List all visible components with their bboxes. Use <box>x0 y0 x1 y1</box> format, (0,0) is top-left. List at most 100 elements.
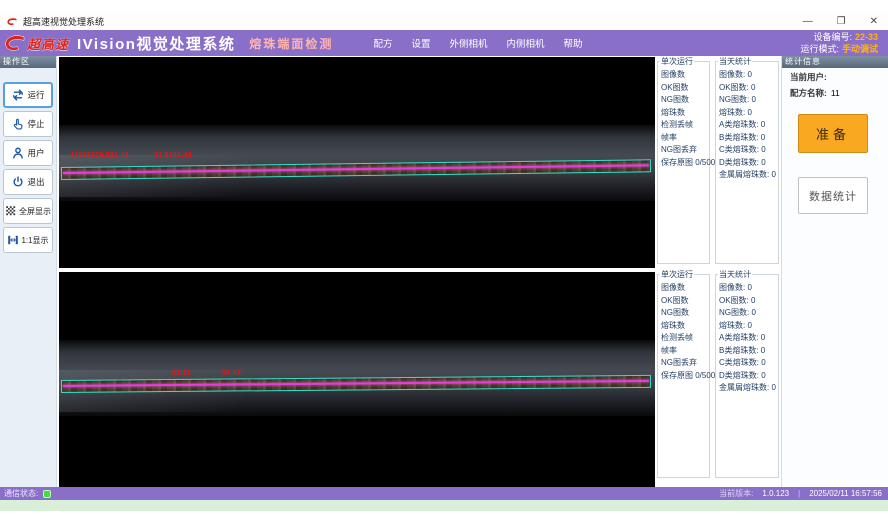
recipe-line: 配方名称: 11 <box>782 84 888 100</box>
app-title: IVision视觉处理系统 <box>77 33 235 54</box>
single-run-title: 单次运行 <box>660 57 694 66</box>
run-mode-value: 手动调试 <box>842 44 878 54</box>
recipe-name-value: 11 <box>831 88 840 98</box>
one-to-one-button[interactable]: 1:1显示 <box>3 227 53 253</box>
menu-item-recipe[interactable]: 配方 <box>373 36 392 50</box>
maximize-icon[interactable]: ❐ <box>837 17 846 27</box>
stat-row: OK图数: 0 <box>719 295 778 308</box>
stat-row: 图像数 <box>661 69 709 82</box>
close-icon[interactable]: ✕ <box>870 17 878 27</box>
menu-item-settings[interactable]: 设置 <box>411 36 430 50</box>
stat-row: 保存原图 0/500 <box>661 157 709 170</box>
stat-row: A类熔珠数: 0 <box>719 119 778 132</box>
prepare-button[interactable]: 准备 <box>798 114 868 153</box>
recipe-name-label: 配方名称: <box>790 88 827 98</box>
stat-row: NG图丢弃 <box>661 357 709 370</box>
power-icon <box>11 175 25 189</box>
operation-sidebar: 操作区 运行 停止 用户 <box>0 56 57 487</box>
exit-button-label: 退出 <box>27 176 44 188</box>
version-label: 当前版本: <box>719 488 753 499</box>
status-separator: | <box>798 489 800 498</box>
stat-row: 帧率 <box>661 345 709 358</box>
stat-row: 帧率 <box>661 132 709 145</box>
stat-row: 保存原图 0/500 <box>661 370 709 383</box>
app-subtitle: 熔珠端面检测 <box>249 35 333 52</box>
comm-status-ok-indicator <box>43 490 51 498</box>
stats-panel-top: 单次运行 图像数OK图数NG图数熔珠数检测丢帧帧率NG图丢弃保存原图 0/500… <box>657 61 779 264</box>
stat-row: D类熔珠数: 0 <box>719 157 778 170</box>
window-title: 超高速视觉处理系统 <box>23 15 104 28</box>
daily-stats-rows: 图像数: 0OK图数: 0NG图数: 0熔珠数: 0A类熔珠数: 0B类熔珠数:… <box>719 69 778 182</box>
stat-row: D类熔珠数: 0 <box>719 370 778 383</box>
stat-row: C类熔珠数: 0 <box>719 144 778 157</box>
bottom-edge-strip <box>0 500 888 511</box>
run-cycle-icon <box>11 88 25 102</box>
window-controls: — ❐ ✕ <box>803 17 878 27</box>
stat-row: 金属屑熔珠数: 0 <box>719 382 778 395</box>
app-window: 超高速视觉处理系统 — ❐ ✕ 超高速 IVision视觉处理系统 熔珠端面检测… <box>0 0 888 522</box>
info-panel-title: 统计信息 <box>782 56 888 68</box>
exit-button[interactable]: 退出 <box>3 169 53 195</box>
device-info: 设备编号:22-33 运行模式:手动调试 <box>800 31 878 55</box>
single-run-rows: 图像数OK图数NG图数熔珠数检测丢帧帧率NG图丢弃保存原图 0/500 <box>661 69 709 169</box>
fullscreen-icon <box>5 205 17 217</box>
daily-stats-rows: 图像数: 0OK图数: 0NG图数: 0熔珠数: 0A类熔珠数: 0B类熔珠数:… <box>719 282 778 395</box>
camera-top-measurement-label: 44988579.581.49 <box>70 152 129 159</box>
stat-row: NG图数 <box>661 307 709 320</box>
device-number-value: 22-33 <box>855 32 878 42</box>
one-to-one-button-label: 1:1显示 <box>21 235 48 246</box>
info-panel-body: 当前用户: 配方名称: 11 准备 数据统计 <box>782 68 888 487</box>
stop-button-label: 停止 <box>27 118 44 130</box>
window-titlebar: 超高速视觉处理系统 — ❐ ✕ <box>0 13 888 30</box>
status-bar-right: 当前版本: 1.0.123 | 2025/02/11 16:57:56 <box>719 488 882 499</box>
one-to-one-icon <box>7 234 19 246</box>
current-user-line: 当前用户: <box>782 68 888 84</box>
camera-view-top[interactable]: 44988579.581.49 31.5341.49 <box>59 57 655 268</box>
stat-row: NG图丢弃 <box>661 144 709 157</box>
brand-text: 超高速 <box>27 34 69 53</box>
camera-bottom-measurement-label: 56.43 <box>222 370 241 377</box>
stat-row: NG图数 <box>661 94 709 107</box>
user-button-label: 用户 <box>27 147 44 159</box>
device-number-label: 设备编号: <box>813 32 852 42</box>
stat-row: OK图数 <box>661 82 709 95</box>
stat-row: 图像数: 0 <box>719 69 778 82</box>
main-menu: 配方 设置 外侧相机 内侧相机 帮助 <box>373 36 582 50</box>
fullscreen-button-label: 全屏显示 <box>19 206 51 217</box>
fullscreen-button[interactable]: 全屏显示 <box>3 198 53 224</box>
stat-row: 金属屑熔珠数: 0 <box>719 169 778 182</box>
single-run-groupbox: 单次运行 图像数OK图数NG图数熔珠数检测丢帧帧率NG图丢弃保存原图 0/500 <box>657 274 710 478</box>
daily-stats-groupbox: 当天统计 图像数: 0OK图数: 0NG图数: 0熔珠数: 0A类熔珠数: 0B… <box>715 61 779 264</box>
user-icon <box>11 146 25 160</box>
sidebar-title: 操作区 <box>0 56 56 68</box>
camera-bottom-measurement-label: 53.11 <box>172 370 191 377</box>
camera-top-measurement-label: 31.5341.49 <box>154 152 192 159</box>
daily-stats-title: 当天统计 <box>718 57 752 66</box>
stat-row: 检测丢帧 <box>661 119 709 132</box>
camera-view-bottom[interactable]: 53.11 56.43 <box>59 272 655 487</box>
single-run-title: 单次运行 <box>660 270 694 279</box>
stop-button[interactable]: 停止 <box>3 111 53 137</box>
single-run-groupbox: 单次运行 图像数OK图数NG图数熔珠数检测丢帧帧率NG图丢弃保存原图 0/500 <box>657 61 710 264</box>
stat-row: 熔珠数: 0 <box>719 107 778 120</box>
app-header: 超高速 IVision视觉处理系统 熔珠端面检测 配方 设置 外侧相机 内侧相机… <box>0 30 888 56</box>
stat-row: 图像数 <box>661 282 709 295</box>
statistics-info-panel: 统计信息 当前用户: 配方名称: 11 准备 数据统计 <box>781 56 888 487</box>
status-bar: 通信状态: 当前版本: 1.0.123 | 2025/02/11 16:57:5… <box>0 487 888 500</box>
current-user-label: 当前用户: <box>790 72 827 82</box>
app-logo-icon <box>6 16 18 27</box>
stat-row: OK图数 <box>661 295 709 308</box>
user-button[interactable]: 用户 <box>3 140 53 166</box>
stat-row: B类熔珠数: 0 <box>719 345 778 358</box>
menu-item-inner-camera[interactable]: 内侧相机 <box>506 36 544 50</box>
menu-item-help[interactable]: 帮助 <box>564 36 583 50</box>
minimize-icon[interactable]: — <box>803 17 813 27</box>
run-button[interactable]: 运行 <box>3 82 53 108</box>
datetime-value: 2025/02/11 16:57:56 <box>809 489 882 498</box>
data-statistics-button[interactable]: 数据统计 <box>798 177 868 214</box>
single-run-rows: 图像数OK图数NG图数熔珠数检测丢帧帧率NG图丢弃保存原图 0/500 <box>661 282 709 382</box>
run-button-label: 运行 <box>27 89 44 101</box>
brand-swoosh-icon <box>3 33 27 53</box>
menu-item-outer-camera[interactable]: 外侧相机 <box>449 36 487 50</box>
stat-row: A类熔珠数: 0 <box>719 332 778 345</box>
